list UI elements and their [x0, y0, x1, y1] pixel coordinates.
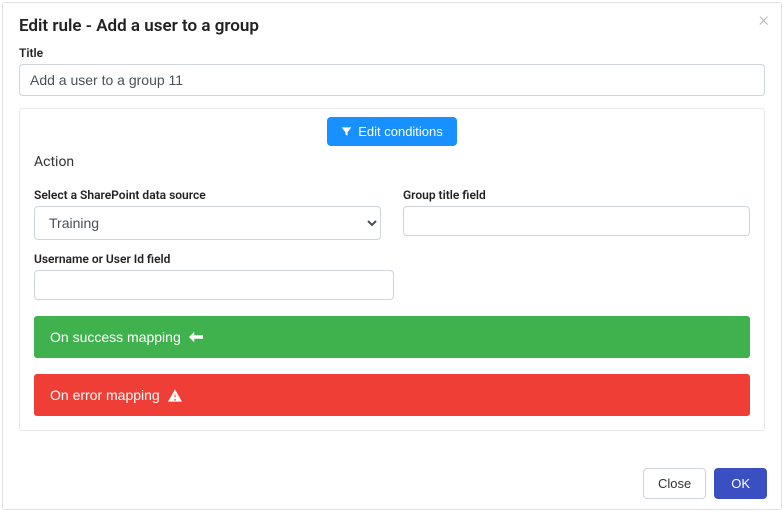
arrow-left-icon: [189, 331, 203, 343]
modal-header: Edit rule - Add a user to a group ×: [3, 3, 781, 46]
warning-icon: [168, 389, 182, 402]
modal-title: Edit rule - Add a user to a group: [19, 16, 765, 36]
success-mapping-label: On success mapping: [50, 329, 181, 345]
action-panel: Edit conditions Action Select a SharePoi…: [19, 108, 765, 431]
edit-conditions-label: Edit conditions: [358, 124, 443, 139]
filter-icon: [341, 126, 352, 137]
username-label: Username or User Id field: [34, 252, 394, 266]
edit-conditions-button[interactable]: Edit conditions: [327, 117, 457, 146]
title-input[interactable]: [19, 64, 765, 96]
username-input[interactable]: [34, 270, 394, 300]
group-title-label: Group title field: [403, 188, 750, 202]
error-mapping-label: On error mapping: [50, 387, 160, 403]
close-button[interactable]: Close: [643, 468, 706, 499]
data-source-select[interactable]: Training: [34, 206, 381, 240]
action-heading: Action: [34, 154, 750, 170]
group-title-input[interactable]: [403, 206, 750, 236]
success-mapping-button[interactable]: On success mapping: [34, 316, 750, 358]
close-icon[interactable]: ×: [759, 9, 769, 29]
data-source-label: Select a SharePoint data source: [34, 188, 381, 202]
modal-footer: Close OK: [643, 468, 767, 499]
ok-button[interactable]: OK: [714, 468, 767, 499]
error-mapping-button[interactable]: On error mapping: [34, 374, 750, 416]
title-label: Title: [19, 46, 765, 60]
